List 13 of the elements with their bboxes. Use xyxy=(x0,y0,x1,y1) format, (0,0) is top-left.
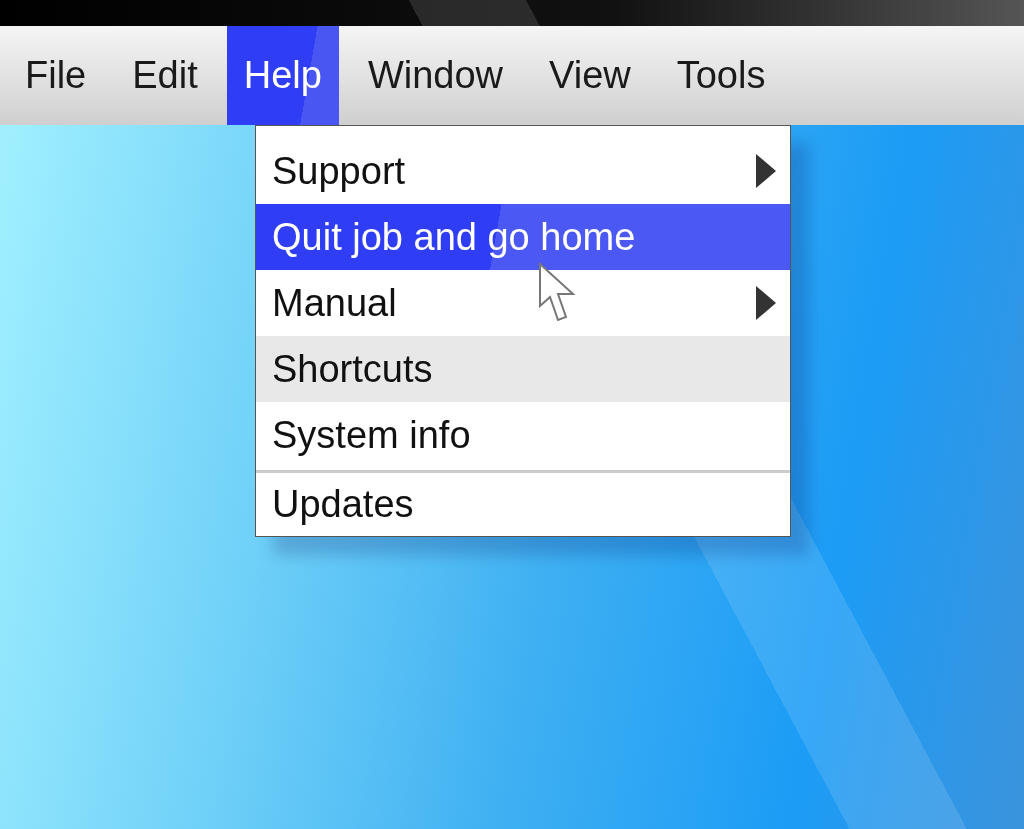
menu-item[interactable]: Manual xyxy=(256,270,790,336)
cursor-icon xyxy=(538,262,578,324)
menu-tab[interactable]: File xyxy=(8,26,104,125)
menu-item[interactable]: System info xyxy=(256,402,790,468)
menu-tab[interactable]: Help xyxy=(226,26,339,125)
menu-tab[interactable]: Tools xyxy=(659,26,783,125)
menu-item[interactable]: Shortcuts xyxy=(256,336,790,402)
menu-item[interactable]: Support xyxy=(256,138,790,204)
menu-item[interactable]: Quit job and go home xyxy=(256,204,790,270)
menu-tab[interactable]: View xyxy=(532,26,648,125)
menu-item[interactable]: Updates xyxy=(256,470,790,536)
menu-tab[interactable]: Window xyxy=(350,26,521,125)
menu-tab[interactable]: Edit xyxy=(115,26,215,125)
